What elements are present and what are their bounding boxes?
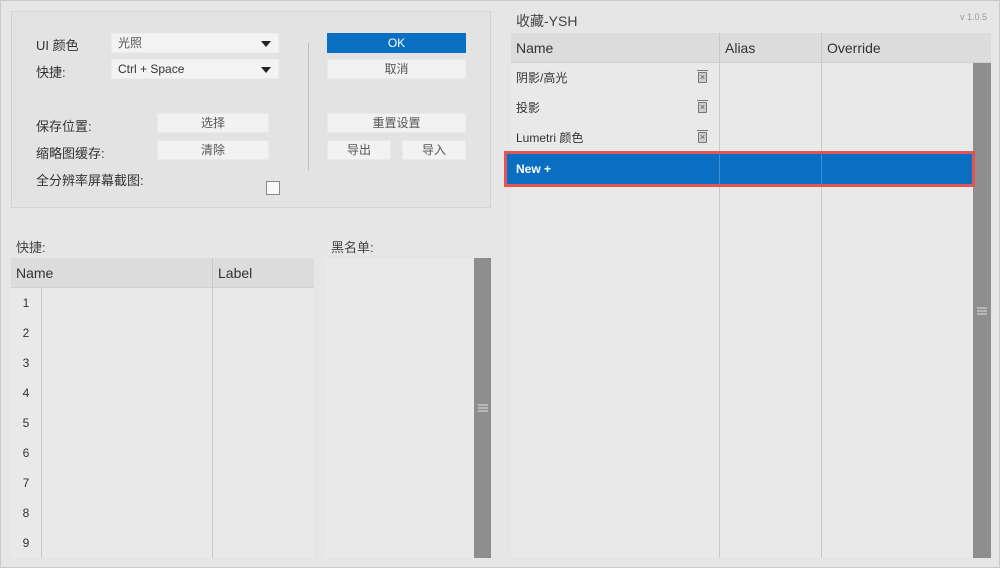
new-favorite-row[interactable]: New + [504, 151, 975, 187]
blacklist-title: 黑名单: [331, 240, 374, 255]
scrollbar-grip-icon [977, 307, 987, 314]
favorites-scrollbar[interactable] [973, 63, 991, 558]
column-header-name[interactable]: Name [511, 33, 553, 63]
scrollbar-grip-icon [477, 404, 488, 412]
column-header-alias[interactable]: Alias [720, 33, 755, 63]
favorite-item[interactable]: Lumetri 颜色 [511, 123, 719, 153]
reset-settings-button[interactable]: 重置设置 [327, 113, 466, 133]
column-divider [41, 288, 42, 558]
trash-icon[interactable] [697, 100, 708, 114]
favorites-table: Name Alias Override 阴影/高光 投影 Lumetri 颜色 [511, 33, 991, 558]
shortcut-label: 快捷: [36, 65, 66, 80]
table-row[interactable]: 3 [11, 348, 41, 378]
table-row[interactable]: 9 [11, 528, 41, 558]
blacklist-scrollbar[interactable] [474, 258, 491, 558]
fullres-screenshot-label: 全分辨率屏幕截图: [36, 173, 144, 188]
table-row[interactable]: 4 [11, 378, 41, 408]
table-row[interactable]: 8 [11, 498, 41, 528]
ui-color-label: UI 颜色 [36, 38, 79, 53]
favorites-title: 收藏-YSH [516, 13, 578, 29]
favorite-item-label: 阴影/高光 [516, 71, 568, 85]
table-row[interactable]: 7 [11, 468, 41, 498]
ok-button[interactable]: OK [327, 33, 466, 53]
import-button[interactable]: 导入 [402, 140, 466, 160]
blacklist-list[interactable] [325, 258, 491, 558]
export-button[interactable]: 导出 [327, 140, 391, 160]
shortcut-select[interactable]: Ctrl + Space [111, 59, 279, 79]
ui-color-value: 光照 [118, 36, 143, 50]
fullres-checkbox[interactable] [266, 181, 280, 195]
column-divider [719, 154, 720, 184]
column-header-override[interactable]: Override [822, 33, 881, 63]
cancel-button[interactable]: 取消 [327, 59, 466, 79]
column-divider [212, 258, 213, 558]
table-row[interactable]: 5 [11, 408, 41, 438]
favorite-item[interactable]: 投影 [511, 93, 719, 123]
table-row[interactable]: 1 [11, 288, 41, 318]
trash-icon[interactable] [697, 70, 708, 84]
shortcuts-table-header: Name Label [11, 258, 314, 288]
ui-color-select[interactable]: 光照 [111, 33, 279, 53]
settings-panel: UI 颜色 光照 快捷: Ctrl + Space 保存位置: 选择 缩略图缓存… [11, 11, 491, 208]
trash-icon[interactable] [697, 130, 708, 144]
version-label: v 1.0.5 [959, 12, 987, 22]
table-row[interactable]: 2 [11, 318, 41, 348]
favorite-item-label: Lumetri 颜色 [516, 131, 584, 145]
shortcuts-title: 快捷: [16, 240, 46, 255]
column-divider [821, 33, 822, 558]
column-header-name[interactable]: Name [11, 258, 53, 288]
column-header-label[interactable]: Label [213, 258, 252, 288]
favorites-table-header: Name Alias Override [511, 33, 991, 63]
chevron-down-icon [261, 67, 271, 73]
new-favorite-label: New + [516, 162, 552, 176]
clear-button[interactable]: 清除 [157, 140, 269, 160]
plugin-window: v 1.0.5 UI 颜色 光照 快捷: Ctrl + Space 保存位置: … [0, 0, 1000, 568]
shortcut-value: Ctrl + Space [118, 62, 185, 76]
favorite-item[interactable]: 阴影/高光 [511, 63, 719, 93]
choose-button[interactable]: 选择 [157, 113, 269, 133]
chevron-down-icon [261, 41, 271, 47]
column-divider [719, 33, 720, 558]
thumbnail-cache-label: 缩略图缓存: [36, 146, 105, 161]
settings-divider [308, 43, 309, 170]
column-divider [821, 154, 822, 184]
save-location-label: 保存位置: [36, 119, 92, 134]
table-row[interactable]: 6 [11, 438, 41, 468]
shortcuts-table: Name Label 1 2 3 4 5 6 7 8 9 [11, 258, 314, 558]
favorite-item-label: 投影 [516, 101, 541, 115]
